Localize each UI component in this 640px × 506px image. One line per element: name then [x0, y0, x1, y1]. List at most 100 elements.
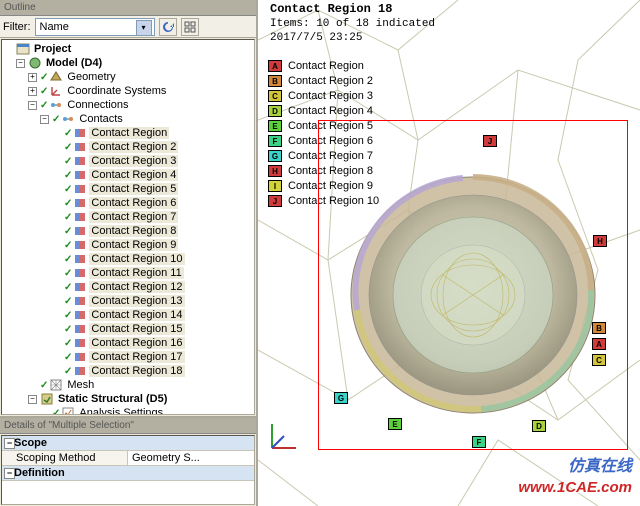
tree-label: Contact Region 15: [89, 323, 184, 335]
tree-mesh[interactable]: ✓ Mesh: [4, 378, 252, 392]
tree-coord[interactable]: +✓Coordinate Systems: [4, 84, 252, 98]
expand-all-icon: [183, 20, 197, 34]
tree-project[interactable]: Project: [4, 42, 252, 56]
check-icon: ✓: [64, 366, 72, 377]
contact-region-icon: [73, 252, 87, 266]
tree-contact-region[interactable]: ✓Contact Region 10: [4, 252, 252, 266]
tree-model[interactable]: −Model (D4): [4, 56, 252, 70]
geometry-icon: [49, 70, 63, 84]
tree-contact-region[interactable]: ✓Contact Region 8: [4, 224, 252, 238]
tree-contact-region[interactable]: ✓ Contact Region 9: [4, 238, 252, 252]
tree-geometry[interactable]: +✓Geometry: [4, 70, 252, 84]
contact-region-icon: [73, 266, 87, 280]
tree-label: Analysis Settings: [77, 407, 165, 415]
contact-region-icon: [73, 154, 87, 168]
callout-tag: D: [532, 420, 546, 432]
legend-tag: E: [268, 120, 282, 132]
contact-region-icon: [73, 280, 87, 294]
tree-contact-region[interactable]: ✓Contact Region 5: [4, 182, 252, 196]
check-icon: ✓: [64, 324, 72, 335]
details-cat-definition[interactable]: Definition: [2, 466, 254, 480]
filter-refresh-button[interactable]: [159, 18, 177, 36]
viewport-title: Contact Region 18: [270, 2, 392, 16]
tree-label: Contact Region 18: [89, 365, 184, 377]
tree-label: Contact Region 12: [89, 281, 184, 293]
view-triad[interactable]: [264, 416, 304, 456]
contact-region-icon: [73, 308, 87, 322]
check-icon: ✓: [40, 86, 48, 97]
details-pane-title: Details of "Multiple Selection": [0, 418, 256, 434]
tree-contact-region[interactable]: ✓Contact Region 4: [4, 168, 252, 182]
watermark-line1: 仿真在线: [568, 452, 632, 476]
tree-label: Contact Region 5: [89, 183, 178, 195]
check-icon: ✓: [64, 226, 72, 237]
tree-connections[interactable]: −✓Connections: [4, 98, 252, 112]
filter-expand-button[interactable]: [181, 18, 199, 36]
tree-label: Contact Region 3: [89, 155, 178, 167]
tree-expander[interactable]: −: [16, 59, 25, 68]
tree-label: Contact Region 9: [89, 239, 178, 251]
legend-tag: A: [268, 60, 282, 72]
tree-label: Contact Region 11: [89, 267, 183, 279]
tree-label: Contact Region 16: [89, 337, 184, 349]
left-column: Outline Filter: Name Project−Model (D4)+…: [0, 0, 258, 506]
model-render: [343, 150, 603, 430]
check-icon: ✓: [40, 380, 48, 391]
details-pane: Details of "Multiple Selection" Scope Sc…: [0, 416, 256, 506]
tree-label: Contacts: [77, 113, 124, 125]
tree-expander[interactable]: +: [28, 73, 37, 82]
callout-tag: E: [388, 418, 402, 430]
tree-contact-region[interactable]: ✓Contact Region 11: [4, 266, 252, 280]
tree-contact-region[interactable]: ✓ Contact Region 18: [4, 364, 252, 378]
tree-expander[interactable]: +: [28, 87, 37, 96]
tree-static[interactable]: − Static Structural (D5): [4, 392, 252, 406]
tree-contact-region[interactable]: ✓Contact Region 16: [4, 336, 252, 350]
details-table[interactable]: Scope Scoping Method Geometry S... Defin…: [1, 435, 255, 505]
app-root: Outline Filter: Name Project−Model (D4)+…: [0, 0, 640, 506]
check-icon: ✓: [52, 408, 60, 416]
legend-tag: G: [268, 150, 282, 162]
details-key-scoping: Scoping Method: [2, 451, 128, 465]
tree-contact-region[interactable]: ✓ Contact Region 15: [4, 322, 252, 336]
check-icon: ✓: [64, 156, 72, 167]
tree-contact-region[interactable]: ✓Contact Region 6: [4, 196, 252, 210]
tree-contact-region[interactable]: ✓Contact Region 13: [4, 294, 252, 308]
tree-expander[interactable]: −: [40, 115, 49, 124]
tree-contact-region[interactable]: ✓Contact Region 7: [4, 210, 252, 224]
check-icon: ✓: [40, 100, 48, 111]
tree-contact-region[interactable]: ✓Contact Region 2: [4, 140, 252, 154]
tree-expander[interactable]: −: [28, 101, 37, 110]
viewport-subtitle: Items: 10 of 18 indicated: [270, 18, 435, 30]
callout-tag: J: [483, 135, 497, 147]
contact-region-icon: [73, 168, 87, 182]
graphics-viewport[interactable]: Contact Region 18 Items: 10 of 18 indica…: [258, 0, 640, 506]
tree-contacts[interactable]: −✓Contacts: [4, 112, 252, 126]
contact-region-icon: [73, 182, 87, 196]
tree-contact-region[interactable]: ✓Contact Region 14: [4, 308, 252, 322]
tree-contact-region[interactable]: ✓ Contact Region 3: [4, 154, 252, 168]
legend-label: Contact Region 2: [288, 75, 373, 87]
tree-label: Static Structural (D5): [56, 393, 169, 405]
callout-tag: C: [592, 354, 606, 366]
model-icon: [28, 56, 42, 70]
tree-label: Contact Region 4: [89, 169, 178, 181]
filter-select[interactable]: Name: [35, 18, 155, 36]
tree-contact-region[interactable]: ✓Contact Region: [4, 126, 252, 140]
details-cat-scope[interactable]: Scope: [2, 436, 254, 450]
contact-region-icon: [73, 210, 87, 224]
mesh-icon: [49, 378, 63, 392]
contact-region-icon: [73, 322, 87, 336]
callout-tag: A: [592, 338, 606, 350]
tree-contact-region[interactable]: ✓Contact Region 12: [4, 280, 252, 294]
project-icon: [16, 42, 30, 56]
tree-expander[interactable]: −: [28, 395, 37, 404]
tree-label: Contact Region 2: [89, 141, 178, 153]
details-val-scoping[interactable]: Geometry S...: [128, 451, 254, 465]
outline-tree[interactable]: Project−Model (D4)+✓Geometry+✓Coordinate…: [1, 39, 255, 415]
tree-label: Mesh: [65, 379, 96, 391]
check-icon: ✓: [64, 240, 72, 251]
tree-contact-region[interactable]: ✓Contact Region 17: [4, 350, 252, 364]
filter-row: Filter: Name: [0, 16, 256, 38]
contacts-icon: [61, 112, 75, 126]
tree-analysis[interactable]: ✓ Analysis Settings: [4, 406, 252, 415]
